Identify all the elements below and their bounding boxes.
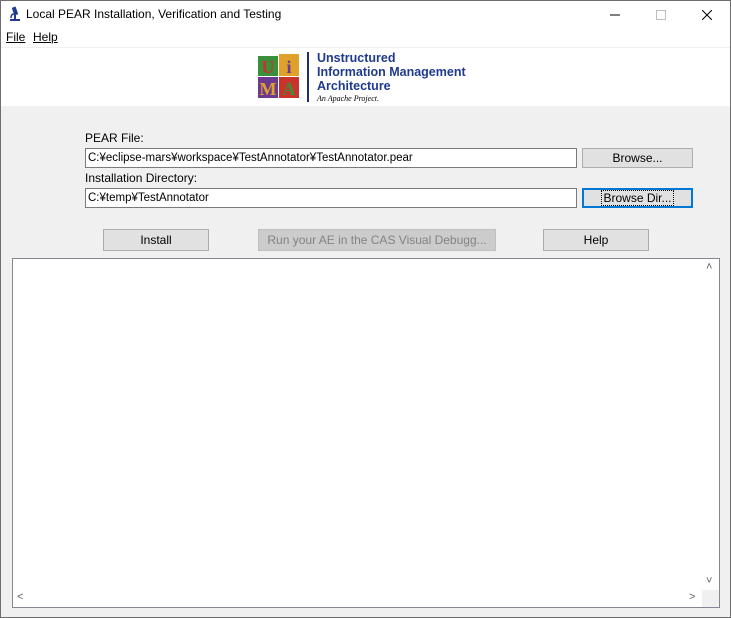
app-window: Local PEAR Installation, Verification an…: [0, 0, 731, 618]
vertical-scrollbar[interactable]: ˄ ˅: [702, 259, 719, 590]
browse-dir-button[interactable]: Browse Dir...: [582, 188, 693, 208]
uima-tagline: An Apache Project.: [317, 94, 379, 103]
output-text-area[interactable]: ˄ ˅ < >: [12, 258, 720, 608]
minimize-button[interactable]: [592, 1, 638, 28]
run-cvd-label: Run your AE in the CAS Visual Debugg...: [267, 233, 487, 247]
maximize-icon: [656, 9, 666, 20]
install-label: Install: [140, 233, 172, 247]
uima-logo-icon: U i M A: [258, 54, 299, 99]
scroll-up-icon[interactable]: ˄: [706, 261, 712, 273]
svg-text:i: i: [286, 57, 291, 77]
menu-bar: File Help: [1, 28, 730, 48]
browse-dir-label: Browse Dir...: [601, 190, 674, 206]
install-dir-label: Installation Directory:: [85, 171, 198, 185]
scroll-left-icon[interactable]: <: [17, 591, 23, 603]
install-dir-field[interactable]: C:¥temp¥TestAnnotator: [85, 188, 577, 208]
svg-text:U: U: [262, 57, 275, 77]
title-bar: Local PEAR Installation, Verification an…: [1, 1, 730, 28]
browse-pear-button[interactable]: Browse...: [582, 148, 693, 168]
scroll-down-icon[interactable]: ˅: [706, 575, 712, 587]
pear-file-label: PEAR File:: [85, 131, 144, 145]
svg-text:A: A: [283, 79, 296, 99]
minimize-icon: [610, 14, 620, 15]
run-cvd-button[interactable]: Run your AE in the CAS Visual Debugg...: [258, 229, 496, 251]
svg-text:M: M: [260, 79, 277, 99]
horizontal-scrollbar[interactable]: < >: [13, 590, 702, 607]
help-button[interactable]: Help: [543, 229, 649, 251]
scroll-corner: [702, 590, 719, 607]
maximize-button[interactable]: [638, 1, 684, 28]
menu-help[interactable]: Help: [33, 30, 58, 44]
pear-file-field[interactable]: C:¥eclipse-mars¥workspace¥TestAnnotator¥…: [85, 148, 577, 168]
uima-banner: U i M A Unstructured Information Managem…: [1, 48, 730, 106]
browse-pear-label: Browse...: [612, 151, 663, 165]
scroll-right-icon[interactable]: >: [689, 591, 695, 603]
uima-title-line3: Architecture: [317, 79, 391, 93]
help-label: Help: [583, 233, 609, 247]
logo-divider: [307, 52, 309, 102]
uima-title-line2: Information Management: [317, 65, 466, 79]
close-button[interactable]: [684, 1, 730, 28]
microscope-icon: [10, 6, 20, 21]
uima-title-line1: Unstructured: [317, 51, 396, 65]
uima-title: Unstructured Information Management Arch…: [317, 51, 466, 93]
close-icon: [702, 9, 712, 20]
menu-file[interactable]: File: [6, 30, 25, 44]
window-title: Local PEAR Installation, Verification an…: [26, 7, 282, 21]
install-button[interactable]: Install: [103, 229, 209, 251]
